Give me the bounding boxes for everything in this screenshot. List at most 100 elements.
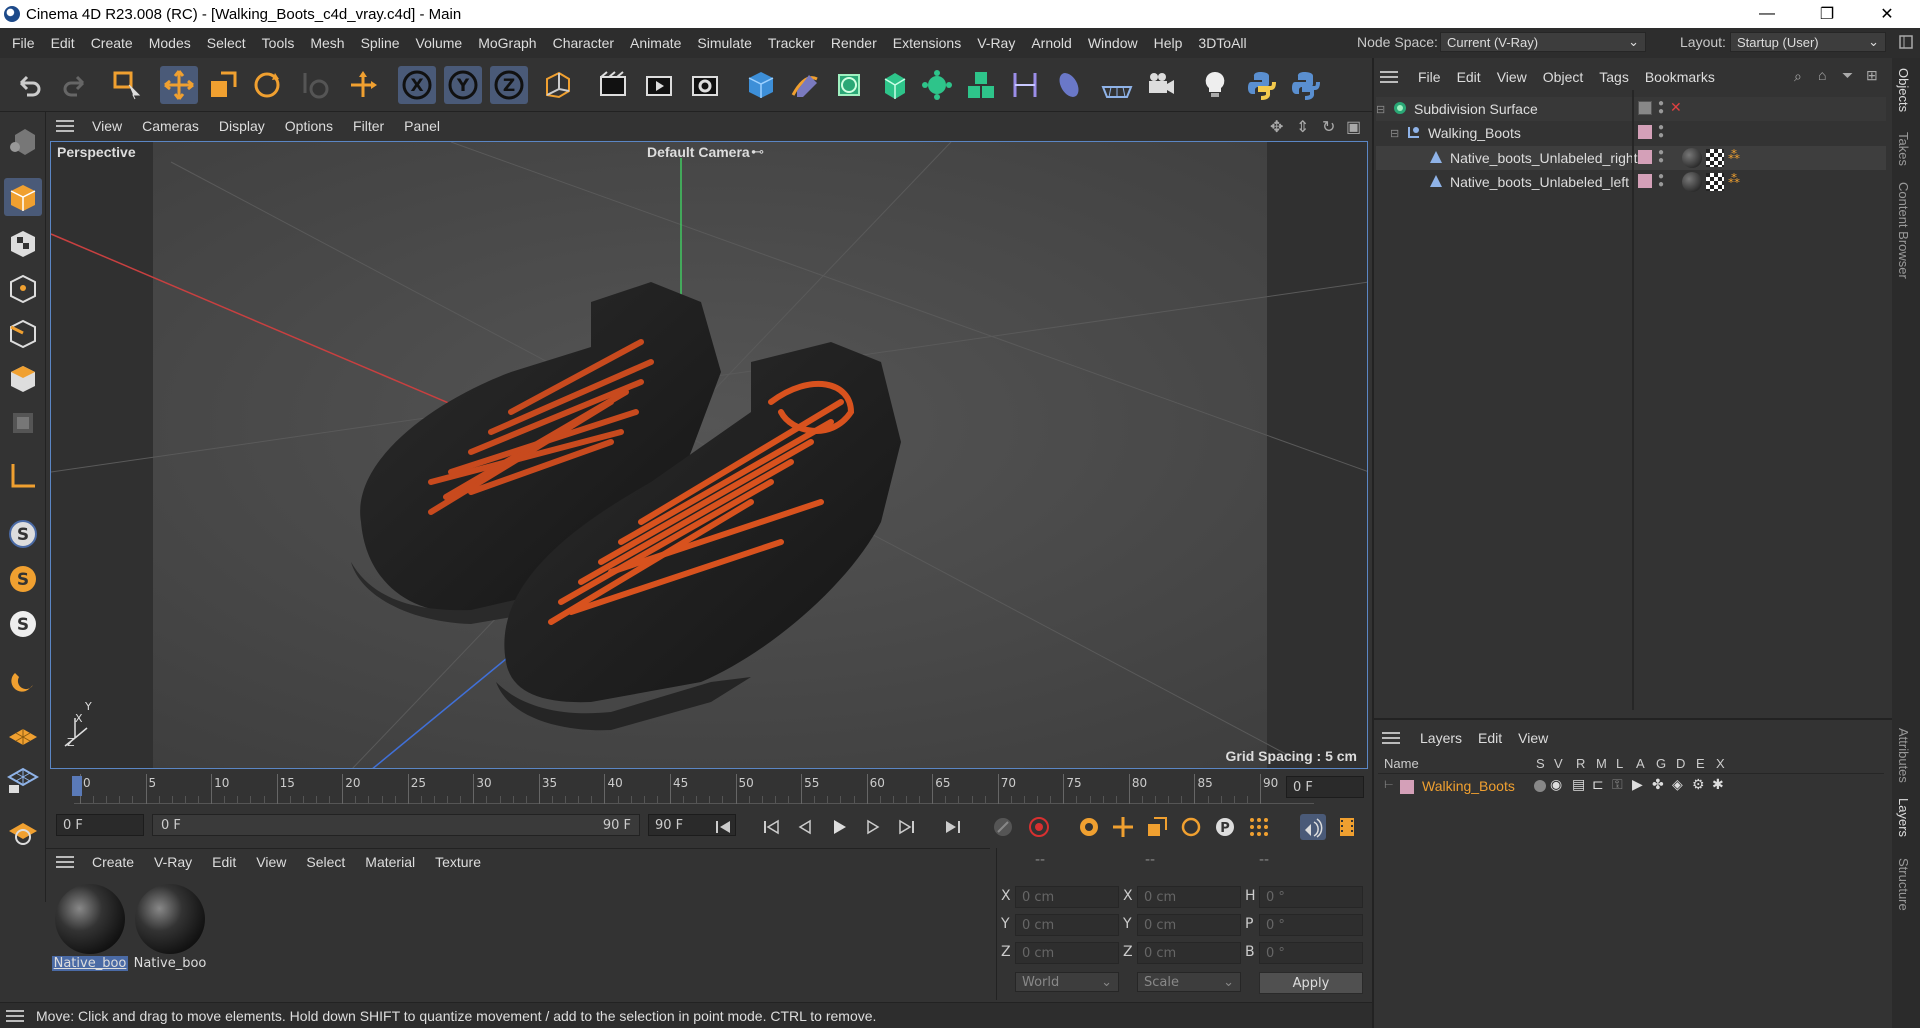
menu-window[interactable]: Window (1080, 35, 1146, 51)
environment-icon[interactable] (1050, 66, 1088, 104)
prev-keyframe-icon[interactable] (758, 814, 784, 840)
viewport-menu-display[interactable]: Display (209, 118, 275, 134)
array-icon[interactable] (918, 66, 956, 104)
size-y-field[interactable]: 0 cm (1137, 914, 1241, 936)
collapse-icon[interactable]: ⊟ (1390, 127, 1400, 140)
layer-lock-icon[interactable]: ⚿ (1612, 776, 1623, 793)
redo-icon[interactable] (56, 66, 94, 104)
mat-menu-select[interactable]: Select (296, 854, 355, 870)
uvw-tag-icon[interactable]: ⁂ (1728, 172, 1740, 186)
key-parameter-icon[interactable]: P (1212, 814, 1238, 840)
uvw-tag-icon[interactable]: ⁂ (1728, 148, 1740, 162)
workplane-icon[interactable] (4, 716, 42, 754)
viewport-menu-panel[interactable]: Panel (394, 118, 450, 134)
key-scale-icon[interactable] (1144, 814, 1170, 840)
menu-help[interactable]: Help (1146, 35, 1191, 51)
layer-animation-icon[interactable]: ▶ (1632, 776, 1643, 793)
texture-mode-icon[interactable] (4, 224, 42, 262)
planar-workplane-icon[interactable] (4, 814, 42, 852)
object-row-subdivision-surface[interactable]: ⊟ Subdivision Surface ● ● ✕ (1376, 97, 1886, 121)
mat-menu-view[interactable]: View (246, 854, 296, 870)
material-tag-icon[interactable] (1682, 148, 1702, 168)
status-hamburger-icon[interactable] (6, 1009, 24, 1022)
menu-animate[interactable]: Animate (622, 35, 689, 51)
maximize-button[interactable]: ❐ (1804, 0, 1850, 28)
z-axis-lock-icon[interactable]: Z (490, 66, 528, 104)
start-frame-field[interactable]: 0 F (56, 814, 144, 836)
solo-off-icon[interactable]: S (4, 515, 42, 553)
rotate-tool-icon[interactable] (248, 66, 286, 104)
layer-expressions-icon[interactable]: ⚙ (1692, 776, 1705, 793)
next-keyframe-icon[interactable] (894, 814, 920, 840)
obj-menu-object[interactable]: Object (1535, 69, 1591, 85)
visibility-dots-icon[interactable]: ● ● (1658, 99, 1664, 117)
panel-toggle-icon[interactable] (1898, 32, 1914, 52)
obj-menu-bookmarks[interactable]: Bookmarks (1637, 69, 1723, 85)
layer-row[interactable]: ⊢ Walking_Boots ◉ ▤ ⊏ ⚿ ▶ ✤ ◈ ⚙ ✱ (1378, 776, 1884, 798)
rot-p-field[interactable]: 0 ° (1259, 914, 1363, 936)
menu-simulate[interactable]: Simulate (689, 35, 759, 51)
floor-icon[interactable] (1098, 66, 1136, 104)
edit-check-icon[interactable] (1638, 101, 1652, 115)
objects-hamburger-icon[interactable] (1380, 71, 1398, 83)
render-to-picture-viewer-icon[interactable] (640, 66, 678, 104)
texture-tag-icon[interactable] (1706, 173, 1724, 191)
menu-render[interactable]: Render (823, 35, 885, 51)
layer-color-swatch[interactable] (1400, 780, 1414, 794)
menu-edit[interactable]: Edit (43, 35, 83, 51)
coord-space-select[interactable]: World ⌄ (1015, 972, 1119, 992)
apply-button[interactable]: Apply (1259, 972, 1363, 994)
minimize-button[interactable]: — (1744, 0, 1790, 28)
mat-menu-texture[interactable]: Texture (425, 854, 491, 870)
obj-menu-view[interactable]: View (1489, 69, 1535, 85)
size-x-field[interactable]: 0 cm (1137, 886, 1241, 908)
model-mode-icon[interactable] (4, 178, 42, 216)
extrude-icon[interactable] (874, 66, 912, 104)
home-icon[interactable]: ⌂ (1818, 67, 1826, 83)
side-tab-objects[interactable]: Objects (1896, 68, 1911, 112)
viewport-menu-view[interactable]: View (82, 118, 132, 134)
camera-icon[interactable] (1142, 66, 1180, 104)
menu-mograph[interactable]: MoGraph (470, 35, 544, 51)
viewport-menu-filter[interactable]: Filter (343, 118, 394, 134)
side-tab-takes[interactable]: Takes (1896, 132, 1911, 166)
coordinate-system-icon[interactable] (538, 66, 576, 104)
layer-expand-icon[interactable]: ⊢ (1384, 778, 1394, 791)
menu-tracker[interactable]: Tracker (760, 35, 823, 51)
material-hamburger-icon[interactable] (56, 855, 74, 868)
move-axis-icon[interactable] (344, 66, 382, 104)
make-editable-icon[interactable] (4, 122, 42, 160)
autokey-icon[interactable] (1026, 814, 1052, 840)
move-tool-icon[interactable] (160, 66, 198, 104)
y-axis-lock-icon[interactable]: Y (444, 66, 482, 104)
layer-manager-icon[interactable]: ⊏ (1592, 776, 1604, 793)
menu-character[interactable]: Character (545, 35, 622, 51)
mat-menu-vray[interactable]: V-Ray (144, 854, 202, 870)
point-mode-icon[interactable] (4, 269, 42, 307)
polygon-mode-icon[interactable] (4, 359, 42, 397)
python-plugin-icon[interactable] (1286, 66, 1324, 104)
layer-menu-view[interactable]: View (1510, 730, 1556, 746)
timeline-filmstrip-icon[interactable] (1334, 814, 1360, 840)
prev-frame-icon[interactable] (792, 814, 818, 840)
light-icon[interactable] (1196, 66, 1234, 104)
frame-range-slider[interactable]: 0 F 90 F (152, 814, 640, 836)
layer-generators-icon[interactable]: ✤ (1652, 776, 1664, 793)
visibility-dots-icon[interactable]: ● ● (1658, 148, 1664, 166)
timeline-ruler[interactable]: 0 5 10 15 20 25 30 35 40 45 50 55 60 65 70 75 80 85 90 0 F (46, 770, 1368, 810)
layer-render-icon[interactable]: ▤ (1572, 776, 1585, 793)
layer-color-swatch[interactable] (1638, 125, 1652, 139)
uv-mode-icon[interactable] (4, 404, 42, 442)
side-tab-content-browser[interactable]: Content Browser (1896, 182, 1911, 279)
solo-single-icon[interactable]: S (4, 560, 42, 598)
side-tab-structure[interactable]: Structure (1896, 858, 1911, 911)
current-frame-field[interactable]: 0 F (1286, 776, 1364, 798)
snap-magnet-icon[interactable] (4, 662, 42, 700)
3d-viewport[interactable]: X Y Z Perspective Default Camera ⊷ Grid … (50, 141, 1368, 769)
new-window-icon[interactable]: ⊞ (1866, 67, 1878, 84)
render-view-icon[interactable] (594, 66, 632, 104)
render-settings-icon[interactable] (686, 66, 724, 104)
layer-menu-edit[interactable]: Edit (1470, 730, 1510, 746)
layer-menu-layers[interactable]: Layers (1412, 730, 1470, 746)
cube-object-icon[interactable] (742, 66, 780, 104)
